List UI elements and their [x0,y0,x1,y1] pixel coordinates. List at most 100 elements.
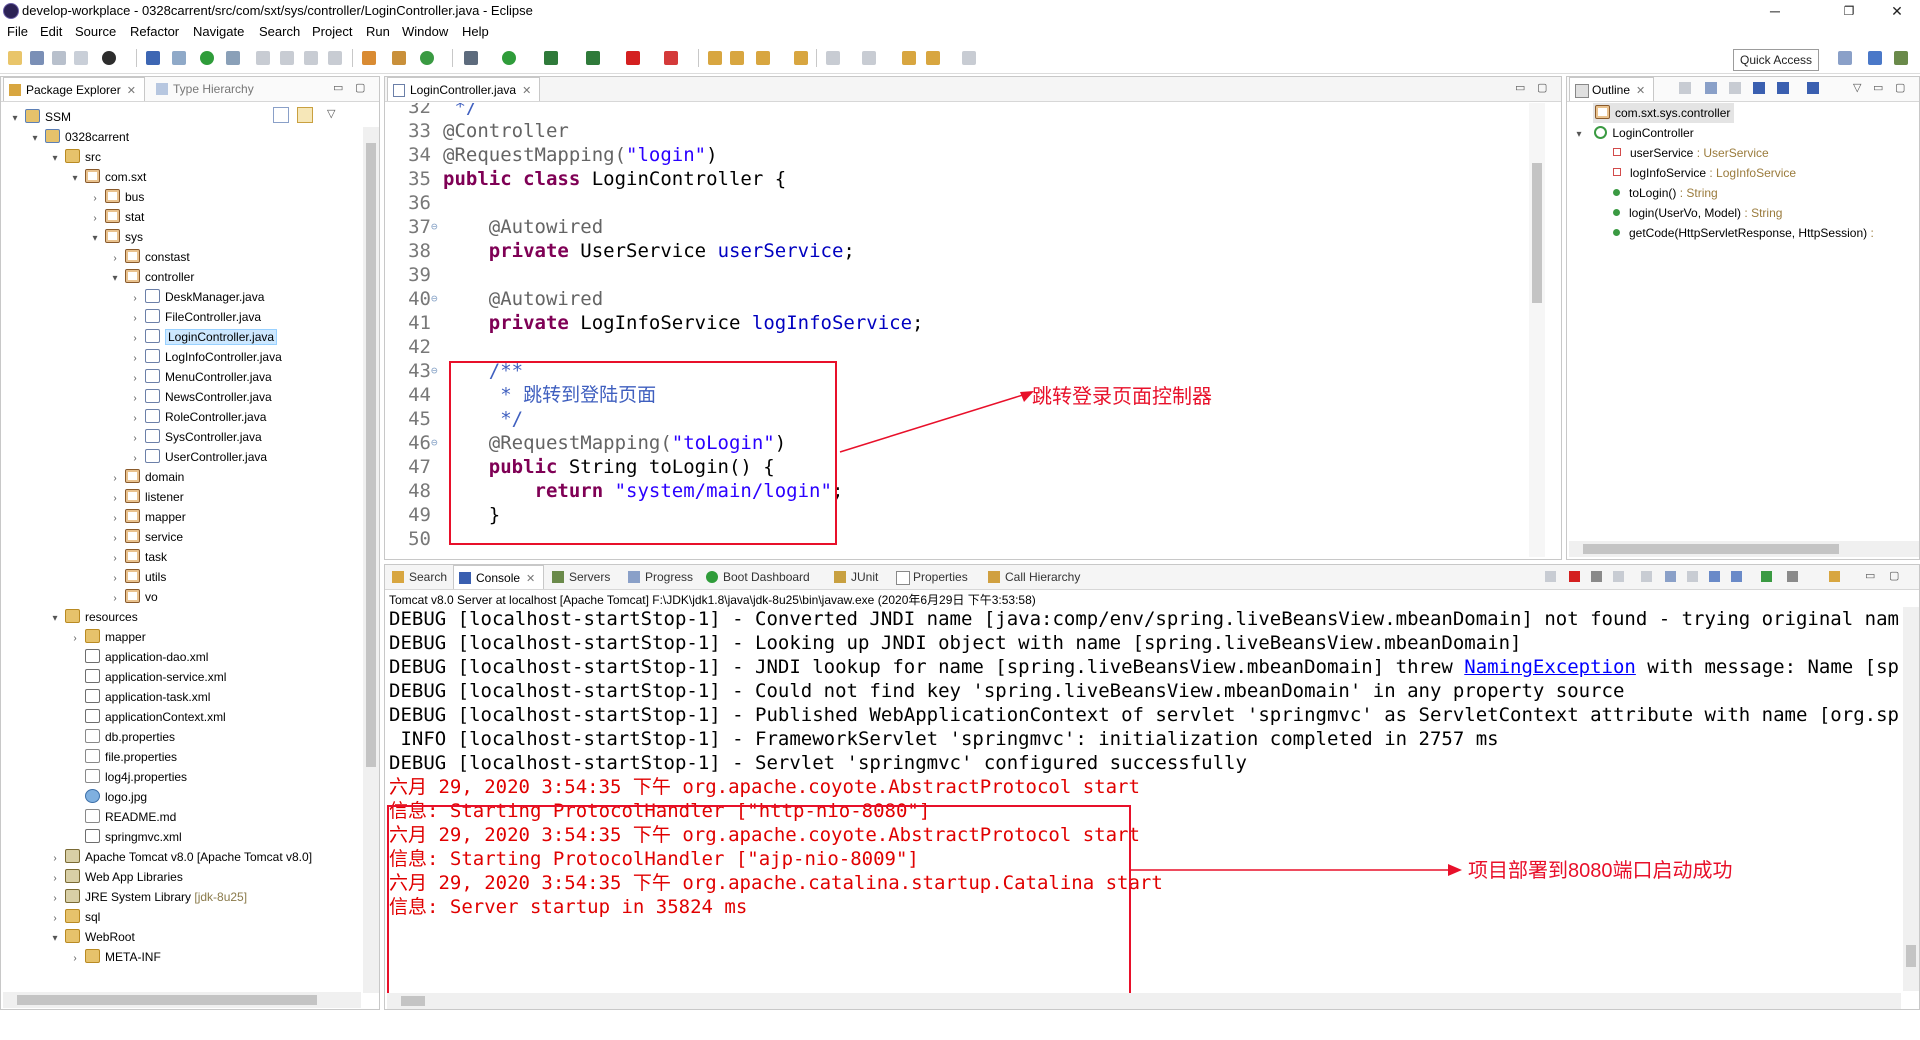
outline-class[interactable]: ▾ LoginController [1573,123,1694,143]
tree-item[interactable]: › MenuController.java [129,367,272,387]
hide-fields-icon[interactable] [1705,82,1717,94]
print-icon[interactable] [74,51,88,65]
menu-navigate[interactable]: Navigate [193,24,244,39]
tree-item[interactable]: log4j.properties [69,767,187,787]
tab-progress[interactable]: Progress [623,565,701,589]
chevron-right-icon[interactable]: › [109,469,121,489]
chevron-right-icon[interactable]: › [109,509,121,529]
minimize-button[interactable]: ─ [1752,0,1798,22]
fold-icon[interactable]: ⊖ [431,431,438,455]
wand-icon[interactable] [756,51,770,65]
tree-item[interactable]: ▾ sys [89,227,143,247]
chevron-right-icon[interactable]: › [129,309,141,329]
close-icon[interactable]: ✕ [526,573,535,585]
menu-file[interactable]: File [7,24,28,39]
chevron-right-icon[interactable]: › [69,629,81,649]
editor-vscrollbar[interactable] [1529,103,1545,557]
show-on-output-icon[interactable] [1709,571,1720,582]
chevron-right-icon[interactable]: › [49,849,61,869]
menu-search[interactable]: Search [259,24,300,39]
toggle4-icon[interactable] [328,51,342,65]
debug-stop-icon[interactable] [664,51,678,65]
maximize-button[interactable]: ❐ [1826,0,1872,22]
open-console-icon[interactable] [1829,571,1840,582]
maximize-view-icon[interactable]: ▢ [355,81,365,94]
close-icon[interactable]: ✕ [522,85,531,97]
display-console-icon[interactable] [1787,571,1798,582]
toggle3-icon[interactable] [304,51,318,65]
open-folder-icon[interactable] [708,51,722,65]
chevron-right-icon[interactable]: › [69,949,81,969]
console-vscrollbar[interactable] [1903,607,1919,991]
scroll-lock-icon[interactable] [1665,571,1676,582]
chevron-right-icon[interactable]: › [49,889,61,909]
collapse-all-icon[interactable] [273,107,289,123]
tab-package-explorer[interactable]: Package Explorer ✕ [3,77,145,101]
tree-item[interactable]: ▾ src [49,147,101,167]
tab-console[interactable]: Console ✕ [453,565,545,589]
outline-member[interactable]: userService : UserService [1613,143,1769,163]
open-perspective-icon[interactable] [1838,51,1852,65]
tree-item[interactable]: › mapper [109,507,186,527]
fold-icon[interactable]: ⊖ [431,359,438,383]
fold-icon[interactable]: ⊖ [431,215,438,239]
pin-icon[interactable] [226,51,240,65]
outline-member[interactable]: getCode(HttpServletResponse, HttpSession… [1613,223,1874,243]
pin-console-icon[interactable] [1761,571,1772,582]
tree-item[interactable]: › DeskManager.java [129,287,264,307]
minimize-view-icon[interactable]: ▭ [333,81,343,94]
last-edit-icon[interactable] [902,51,916,65]
tree-item[interactable]: › Web App Libraries [49,867,183,887]
tree-item[interactable]: springmvc.xml [69,827,182,847]
menu-window[interactable]: Window [402,24,448,39]
tab-call-hierarchy[interactable]: Call Hierarchy [983,565,1088,589]
minimize-view-icon[interactable]: ▭ [1873,81,1883,94]
tree-item[interactable]: › META-INF [69,947,161,967]
tree-item[interactable]: › RoleController.java [129,407,266,427]
open-folder2-icon[interactable] [730,51,744,65]
chevron-right-icon[interactable]: › [109,589,121,609]
open-file-icon[interactable] [794,51,808,65]
hide-nonpublic-icon[interactable] [1753,82,1765,94]
tree-item[interactable]: › FileController.java [129,307,261,327]
tree-item[interactable]: › NewsController.java [129,387,272,407]
chevron-right-icon[interactable]: › [109,549,121,569]
tree-item[interactable]: › task [109,547,167,567]
menu-refactor[interactable]: Refactor [130,24,179,39]
close-icon[interactable]: ✕ [1636,85,1645,97]
external-tools-icon[interactable] [586,51,600,65]
tab-junit[interactable]: JUnit [829,565,886,589]
chevron-right-icon[interactable]: › [89,189,101,209]
chevron-down-icon[interactable]: ▾ [49,609,61,629]
chevron-right-icon[interactable]: › [129,349,141,369]
clear-console-icon[interactable] [1641,571,1652,582]
tab-search[interactable]: Search [387,565,455,589]
chevron-right-icon[interactable]: › [89,209,101,229]
outline-hscrollbar[interactable] [1569,541,1919,557]
exception-link[interactable]: NamingException [1464,656,1636,678]
chevron-down-icon[interactable]: ▾ [49,149,61,169]
save-all-icon[interactable] [52,51,66,65]
tree-item[interactable]: ▾ WebRoot [49,927,135,947]
outline-member[interactable]: logInfoService : LogInfoService [1613,163,1796,183]
new-java-icon[interactable] [420,51,434,65]
tree-item[interactable]: › UserController.java [129,447,267,467]
chevron-right-icon[interactable]: › [129,369,141,389]
remove-all-icon[interactable] [1591,571,1602,582]
tree-item[interactable]: application-task.xml [69,687,210,707]
chevron-down-icon[interactable]: ▾ [69,169,81,189]
minimize-view-icon[interactable]: ▭ [1515,81,1525,94]
tab-properties[interactable]: Properties [891,565,976,589]
maximize-view-icon[interactable]: ▢ [1889,569,1899,582]
maximize-view-icon[interactable]: ▢ [1895,81,1905,94]
tree-item[interactable]: ▾ 0328carrent [29,127,129,147]
tree-item[interactable]: › sql [49,907,100,927]
tree-item[interactable]: logo.jpg [69,787,147,807]
prev-annotation-icon[interactable] [862,51,876,65]
chevron-right-icon[interactable]: › [129,409,141,429]
chevron-right-icon[interactable]: › [129,289,141,309]
tree-item[interactable]: › vo [109,587,158,607]
tree-item[interactable]: ▾ resources [49,607,138,627]
hide-local-types-icon[interactable] [1777,82,1789,94]
quick-access-input[interactable]: Quick Access [1733,49,1819,71]
